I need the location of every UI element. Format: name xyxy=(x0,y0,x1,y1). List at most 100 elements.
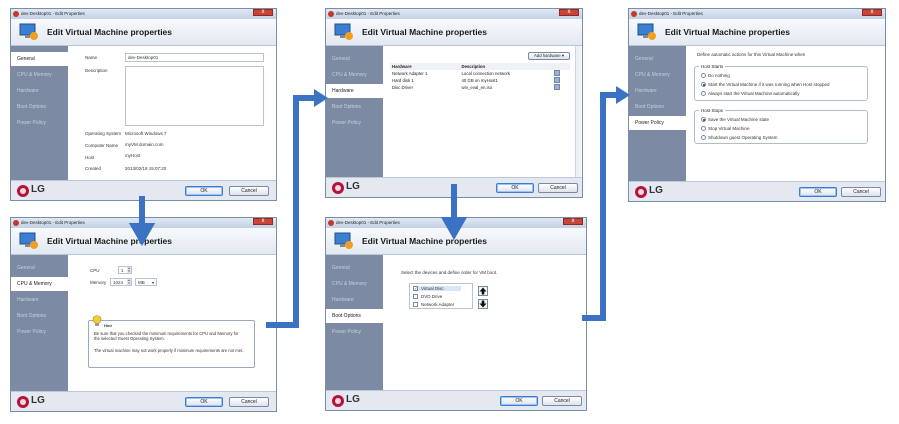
close-button[interactable]: x xyxy=(862,9,882,16)
sidebar-item-power-policy[interactable]: Power Policy xyxy=(326,325,383,339)
dialog-header: Edit Virtual Machine properties xyxy=(11,19,276,46)
radio-save-state[interactable]: Save the Virtual Machine state xyxy=(701,117,769,123)
sidebar-item-cpu-memory[interactable]: CPU & Memory xyxy=(326,277,383,291)
power-intro-text: Define automatic actions for this Virtua… xyxy=(697,52,806,57)
sidebar-item-general[interactable]: General xyxy=(629,52,686,66)
close-button[interactable]: x xyxy=(253,9,273,16)
vm-properties-icon xyxy=(334,23,353,40)
scrollbar[interactable] xyxy=(575,46,581,179)
list-item[interactable]: Network Adapter xyxy=(413,302,454,308)
name-input[interactable]: dev-Desktop01 xyxy=(125,53,264,62)
ok-button[interactable]: OK xyxy=(185,397,223,407)
ok-button[interactable]: OK xyxy=(496,183,534,193)
sidebar-item-boot-options[interactable]: Boot Options xyxy=(11,100,68,114)
sidebar-item-cpu-memory[interactable]: CPU & Memory xyxy=(629,68,686,82)
sidebar-item-power-policy[interactable]: Power Policy xyxy=(326,116,383,130)
sidebar-item-hardware[interactable]: Hardware xyxy=(326,84,383,98)
memory-unit-select[interactable]: MB ▾ xyxy=(135,278,157,286)
edit-icon[interactable] xyxy=(554,70,561,76)
sidebar-item-hardware[interactable]: Hardware xyxy=(11,84,68,98)
table-row[interactable]: Disc Driver win_eval_en.iso xyxy=(390,84,570,91)
brand-text: LG xyxy=(346,394,360,405)
move-up-button[interactable] xyxy=(478,286,488,296)
app-icon xyxy=(13,11,19,17)
stepper-arrows-icon[interactable]: ▴ ▾ xyxy=(127,267,131,273)
boot-device-list[interactable]: ✓ Virtual Disc DVD Drive Network Adapter xyxy=(409,283,473,309)
computer-name-value: myVM.domain.com xyxy=(125,142,164,147)
sidebar-item-hardware[interactable]: Hardware xyxy=(11,293,68,307)
memory-stepper[interactable]: 1024 ▴ ▾ xyxy=(110,278,132,286)
edit-icon[interactable] xyxy=(554,84,561,90)
radio-shutdown-guest[interactable]: Shutdown guest Operating System xyxy=(701,135,778,141)
ok-button[interactable]: OK xyxy=(799,187,837,197)
radio-always-start[interactable]: Always start the Virtual Machine automat… xyxy=(701,91,799,97)
host-starts-group: Host Starts Do nothing Start the Virtual… xyxy=(694,64,868,101)
radio-icon xyxy=(701,91,706,97)
cancel-button[interactable]: Cancel xyxy=(841,187,881,197)
window-title: dev-Desktop01 - Edit Properties xyxy=(336,220,400,225)
hardware-cell: Network Adapter 1 xyxy=(392,71,428,76)
checkbox-icon[interactable] xyxy=(413,294,418,300)
window-title: dev-Desktop01 - Edit Properties xyxy=(639,11,703,16)
list-item[interactable]: DVD Drive xyxy=(413,294,442,300)
sidebar-item-general[interactable]: General xyxy=(11,261,68,275)
description-textarea[interactable] xyxy=(125,66,264,126)
table-row[interactable]: Network Adapter 1 Local connection netwo… xyxy=(390,70,570,77)
move-down-button[interactable] xyxy=(478,299,488,309)
cancel-button[interactable]: Cancel xyxy=(229,397,269,407)
sidebar-item-boot-options[interactable]: Boot Options xyxy=(326,100,383,114)
sidebar-item-power-policy[interactable]: Power Policy xyxy=(11,116,68,130)
radio-do-nothing[interactable]: Do nothing xyxy=(701,73,730,79)
close-button[interactable]: x xyxy=(563,218,583,225)
sidebar-item-power-policy[interactable]: Power Policy xyxy=(11,325,68,339)
sidebar-item-hardware[interactable]: Hardware xyxy=(629,84,686,98)
sidebar-item-cpu-memory[interactable]: CPU & Memory xyxy=(11,277,68,291)
cpu-stepper[interactable]: 1 ▴ ▾ xyxy=(118,266,132,274)
list-item[interactable]: ✓ Virtual Disc xyxy=(413,286,461,292)
dialog-footer: LG OK Cancel xyxy=(326,390,586,410)
sidebar-item-boot-options[interactable]: Boot Options xyxy=(326,309,383,323)
table-row[interactable]: Hard disk 1 40 GB on myHost1 xyxy=(390,77,570,84)
dialog-footer: LG OK Cancel xyxy=(11,180,276,200)
window-title: dev-Desktop01 - Edit Properties xyxy=(21,11,85,16)
sidebar: General CPU & Memory Hardware Boot Optio… xyxy=(11,255,68,392)
sidebar-item-cpu-memory[interactable]: CPU & Memory xyxy=(326,68,383,82)
ok-button[interactable]: OK xyxy=(185,186,223,196)
cancel-button[interactable]: Cancel xyxy=(538,183,578,193)
dialog-header: Edit Virtual Machine properties xyxy=(11,228,276,255)
brand-text: LG xyxy=(649,185,663,196)
ok-button[interactable]: OK xyxy=(500,396,538,406)
sidebar-item-hardware[interactable]: Hardware xyxy=(326,293,383,307)
sidebar-item-general[interactable]: General xyxy=(326,261,383,275)
vm-properties-icon xyxy=(334,232,353,249)
sidebar-item-cpu-memory[interactable]: CPU & Memory xyxy=(11,68,68,82)
dialog-heading: Edit Virtual Machine properties xyxy=(665,27,791,37)
general-panel: Name dev-Desktop01 Description Operating… xyxy=(68,46,276,181)
edit-icon[interactable] xyxy=(554,77,561,83)
app-icon xyxy=(328,220,334,226)
dialog-heading: Edit Virtual Machine properties xyxy=(47,236,173,246)
radio-start-if-running[interactable]: Start the Virtual Machine if it was runn… xyxy=(701,82,829,88)
add-hardware-button[interactable]: Add hardware ▾ xyxy=(528,52,570,60)
hint-text-1: Be sure that you checked the minimum req… xyxy=(94,331,239,341)
sidebar-item-boot-options[interactable]: Boot Options xyxy=(629,100,686,114)
close-button[interactable]: x xyxy=(253,218,273,225)
sidebar-item-general[interactable]: General xyxy=(11,52,68,66)
stepper-arrows-icon[interactable]: ▴ ▾ xyxy=(127,279,131,285)
cpu-value: 1 xyxy=(121,268,124,273)
dialog-footer: LG OK Cancel xyxy=(11,391,276,411)
cancel-button[interactable]: Cancel xyxy=(542,396,582,406)
dialog-general: dev-Desktop01 - Edit Properties x Edit V… xyxy=(10,8,277,201)
close-button[interactable]: x xyxy=(559,9,579,16)
radio-stop-vm[interactable]: Stop Virtual Machine xyxy=(701,126,749,132)
power-policy-panel: Define automatic actions for this Virtua… xyxy=(686,46,885,183)
cancel-button[interactable]: Cancel xyxy=(229,186,269,196)
sidebar-item-general[interactable]: General xyxy=(326,52,383,66)
sidebar-item-power-policy[interactable]: Power Policy xyxy=(629,116,686,130)
title-bar: dev-Desktop01 - Edit Properties x xyxy=(11,9,276,19)
title-bar: dev-Desktop01 - Edit Properties x xyxy=(629,9,885,19)
checkbox-checked-icon[interactable]: ✓ xyxy=(413,286,418,292)
dialog-heading: Edit Virtual Machine properties xyxy=(362,27,488,37)
sidebar-item-boot-options[interactable]: Boot Options xyxy=(11,309,68,323)
checkbox-icon[interactable] xyxy=(413,302,418,308)
